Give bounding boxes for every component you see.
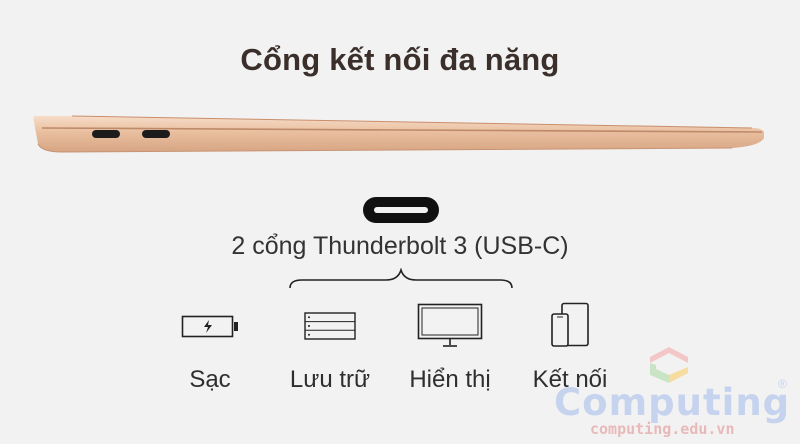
battery-charging-icon <box>150 300 270 352</box>
page-title: Cổng kết nối đa năng <box>240 42 560 77</box>
feature-display: Hiển thị <box>390 300 510 400</box>
monitor-icon <box>390 300 510 352</box>
storage-icon <box>270 300 390 352</box>
computing-watermark: Computing ® computing.edu.vn <box>550 345 795 440</box>
port-description: 2 cổng Thunderbolt 3 (USB-C) <box>231 232 569 260</box>
watermark-brand: Computing <box>554 381 791 424</box>
computing-logo-icon <box>650 347 688 383</box>
feature-label: Lưu trữ <box>289 366 371 393</box>
macbook-side-profile <box>33 115 765 153</box>
feature-label: Hiển thị <box>409 366 491 393</box>
feature-storage: Lưu trữ <box>270 300 390 400</box>
registered-mark: ® <box>778 377 787 391</box>
usb-c-port-1 <box>92 130 120 138</box>
feature-charging: Sạc <box>150 300 270 400</box>
feature-label: Sạc <box>189 366 231 393</box>
usb-c-port-icon <box>363 197 439 223</box>
watermark-url: computing.edu.vn <box>590 420 735 438</box>
brace-divider <box>289 268 513 289</box>
usb-c-port-2 <box>142 130 170 138</box>
